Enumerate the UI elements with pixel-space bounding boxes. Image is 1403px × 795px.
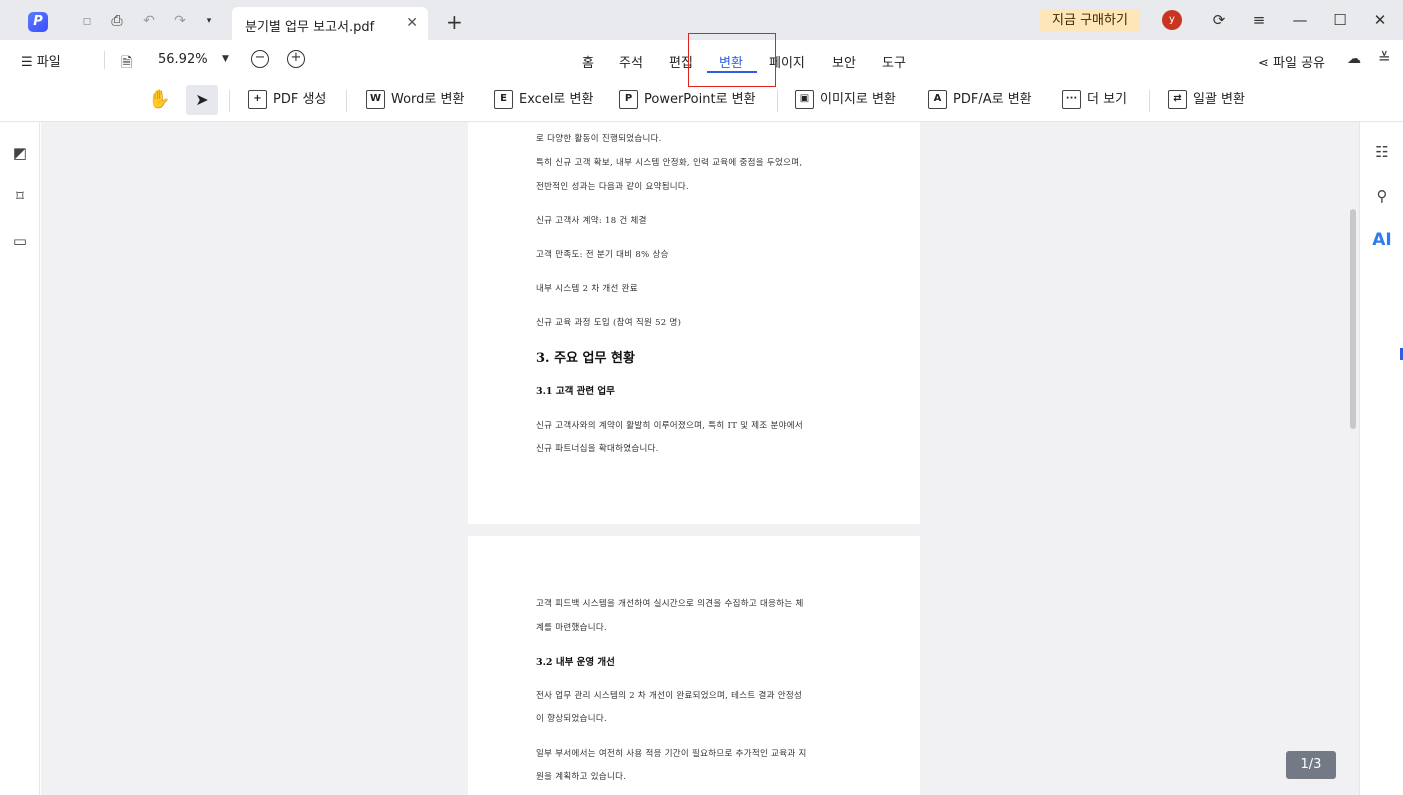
excel-icon: E bbox=[494, 90, 513, 109]
powerpoint-convert-label: PowerPoint로 변환 bbox=[644, 92, 756, 107]
divider bbox=[229, 90, 230, 112]
text-line: 신규 고객사와의 계약이 활발히 이루어졌으며, 특히 IT 및 제조 분야에서 bbox=[536, 421, 804, 431]
file-menu[interactable]: ☰ 파일 bbox=[21, 51, 61, 70]
text-line: 고객 피드백 시스템을 개선하여 실시간으로 의견을 수집하고 대응하는 체 bbox=[536, 599, 804, 609]
close-window-icon[interactable]: ✕ bbox=[1370, 10, 1390, 30]
text-line: 전사 업무 관리 시스템의 2 차 개선이 완료되었으며, 테스트 결과 안정성 bbox=[536, 691, 803, 701]
left-sidebar: ◩ ⌑ ▭ bbox=[0, 122, 40, 795]
image-convert-button[interactable]: ▣ 이미지로 변환 bbox=[795, 88, 896, 112]
document-canvas[interactable]: 로 다양한 활동이 진행되었습니다. 특히 신규 고객 확보, 내부 시스템 안… bbox=[41, 122, 1359, 795]
comment-panel-icon[interactable]: ▭ bbox=[11, 232, 29, 250]
powerpoint-icon: P bbox=[619, 90, 638, 109]
word-convert-label: Word로 변환 bbox=[391, 92, 465, 107]
quick-access-dropdown-icon[interactable]: ▾ bbox=[200, 12, 218, 30]
document-tab[interactable]: 분기별 업무 보고서.pdf ✕ bbox=[232, 7, 428, 40]
convert-tab-highlight bbox=[688, 33, 776, 87]
search-icon[interactable]: ⚲ bbox=[1372, 186, 1392, 206]
properties-panel-icon[interactable]: ☷ bbox=[1372, 142, 1392, 162]
text-line: 전반적인 성과는 다음과 같이 요약됩니다. bbox=[536, 182, 690, 192]
tab-security[interactable]: 보안 bbox=[832, 52, 856, 71]
thumbnail-panel-icon[interactable]: ◩ bbox=[11, 144, 29, 162]
more-button[interactable]: ··· 더 보기 bbox=[1062, 88, 1127, 112]
undo-icon[interactable]: ↶ bbox=[140, 12, 158, 30]
word-convert-button[interactable]: W Word로 변환 bbox=[366, 88, 464, 112]
batch-convert-button[interactable]: ⇄ 일괄 변환 bbox=[1168, 88, 1245, 112]
bookmark-icon[interactable]: ⌑ bbox=[11, 187, 29, 205]
minimize-icon[interactable]: — bbox=[1290, 10, 1310, 30]
zoom-dropdown-icon[interactable]: ▼ bbox=[222, 54, 229, 64]
divider bbox=[346, 90, 347, 112]
batch-convert-label: 일괄 변환 bbox=[1193, 92, 1245, 107]
maximize-icon[interactable]: ☐ bbox=[1330, 10, 1350, 30]
text-line: 내부 시스템 2 차 개선 완료 bbox=[536, 284, 638, 294]
sync-icon[interactable]: ⟳ bbox=[1209, 10, 1229, 30]
powerpoint-convert-button[interactable]: P PowerPoint로 변환 bbox=[619, 88, 756, 112]
text-line: 고객 만족도: 전 분기 대비 8% 상승 bbox=[536, 250, 669, 260]
divider bbox=[104, 51, 105, 69]
text-line: 로 다양한 활동이 진행되었습니다. bbox=[536, 134, 662, 144]
hand-tool-icon[interactable]: ✋ bbox=[148, 89, 170, 110]
pdf-page-2: 고객 피드백 시스템을 개선하여 실시간으로 의견을 수집하고 대응하는 체 계… bbox=[468, 536, 920, 795]
share-label: 파일 공유 bbox=[1273, 56, 1326, 71]
select-tool-icon[interactable]: ➤ bbox=[186, 85, 218, 115]
redo-icon[interactable]: ↷ bbox=[171, 12, 189, 30]
vertical-scrollbar[interactable] bbox=[1350, 209, 1356, 429]
more-label: 더 보기 bbox=[1087, 92, 1128, 107]
pdf-page-1: 로 다양한 활동이 진행되었습니다. 특히 신규 고객 확보, 내부 시스템 안… bbox=[468, 122, 920, 524]
text-line: 계를 마련했습니다. bbox=[536, 623, 607, 633]
page-indicator: 1/3 bbox=[1286, 751, 1336, 779]
save-icon[interactable]: ▫ bbox=[78, 12, 96, 30]
tab-home[interactable]: 홈 bbox=[582, 52, 594, 71]
image-icon: ▣ bbox=[795, 90, 814, 109]
pdf-create-button[interactable]: + PDF 생성 bbox=[248, 88, 326, 112]
pdfa-convert-button[interactable]: A PDF/A로 변환 bbox=[928, 88, 1032, 112]
pdfa-convert-label: PDF/A로 변환 bbox=[953, 92, 1032, 107]
page-fit-icon[interactable]: 🗎 bbox=[121, 52, 132, 76]
batch-icon: ⇄ bbox=[1168, 90, 1187, 109]
section-heading: 3. 주요 업무 현황 bbox=[536, 351, 635, 366]
subsection-heading: 3.1 고객 관련 업무 bbox=[536, 386, 615, 397]
text-line: 신규 교육 과정 도입 (참여 직원 52 명) bbox=[536, 318, 682, 328]
print-icon[interactable]: ⎙ bbox=[108, 12, 126, 30]
zoom-in-icon[interactable]: + bbox=[287, 50, 305, 68]
text-line: 신규 고객사 계약: 18 건 체결 bbox=[536, 216, 647, 226]
close-tab-icon[interactable]: ✕ bbox=[406, 15, 418, 31]
share-file-button[interactable]: ⋖ 파일 공유 bbox=[1258, 52, 1325, 71]
new-tab-button[interactable]: + bbox=[446, 10, 463, 34]
buy-now-button[interactable]: 지금 구매하기 bbox=[1040, 9, 1140, 32]
text-line: 일부 부서에서는 여전히 사용 적응 기간이 필요하므로 추가적인 교육과 지 bbox=[536, 749, 807, 759]
divider bbox=[777, 90, 778, 112]
pdf-create-label: PDF 생성 bbox=[273, 92, 327, 107]
right-sidebar: ☷ ⚲ AI bbox=[1359, 122, 1403, 795]
image-convert-label: 이미지로 변환 bbox=[820, 92, 896, 107]
text-line: 특히 신규 고객 확보, 내부 시스템 안정화, 인력 교육에 중점을 두었으며… bbox=[536, 158, 803, 168]
ai-assistant-icon[interactable]: AI bbox=[1372, 230, 1392, 250]
subsection-heading: 3.2 내부 운영 개선 bbox=[536, 657, 615, 668]
text-line: 원을 계획하고 있습니다. bbox=[536, 772, 627, 782]
cloud-upload-icon[interactable]: ☁ bbox=[1347, 51, 1361, 67]
zoom-out-icon[interactable]: − bbox=[251, 50, 269, 68]
avatar[interactable]: y bbox=[1162, 10, 1182, 30]
tab-comment[interactable]: 주석 bbox=[619, 52, 643, 71]
tab-tools[interactable]: 도구 bbox=[882, 52, 906, 71]
word-icon: W bbox=[366, 90, 385, 109]
divider bbox=[1149, 90, 1150, 112]
excel-convert-button[interactable]: E Excel로 변환 bbox=[494, 88, 593, 112]
app-logo-icon: P bbox=[28, 12, 48, 32]
pdfa-icon: A bbox=[928, 90, 947, 109]
pdf-create-icon: + bbox=[248, 90, 267, 109]
zoom-level[interactable]: 56.92% bbox=[158, 52, 208, 67]
share-icon: ⋖ bbox=[1258, 56, 1274, 71]
text-line: 신규 파트너십을 확대하였습니다. bbox=[536, 444, 659, 454]
text-line: 이 향상되었습니다. bbox=[536, 714, 607, 724]
excel-convert-label: Excel로 변환 bbox=[519, 92, 594, 107]
hamburger-menu-icon[interactable]: ≡ bbox=[1249, 10, 1269, 30]
collapse-ribbon-icon[interactable]: ≚ bbox=[1378, 49, 1391, 67]
document-tab-title: 분기별 업무 보고서.pdf bbox=[245, 20, 375, 35]
more-icon: ··· bbox=[1062, 90, 1081, 109]
